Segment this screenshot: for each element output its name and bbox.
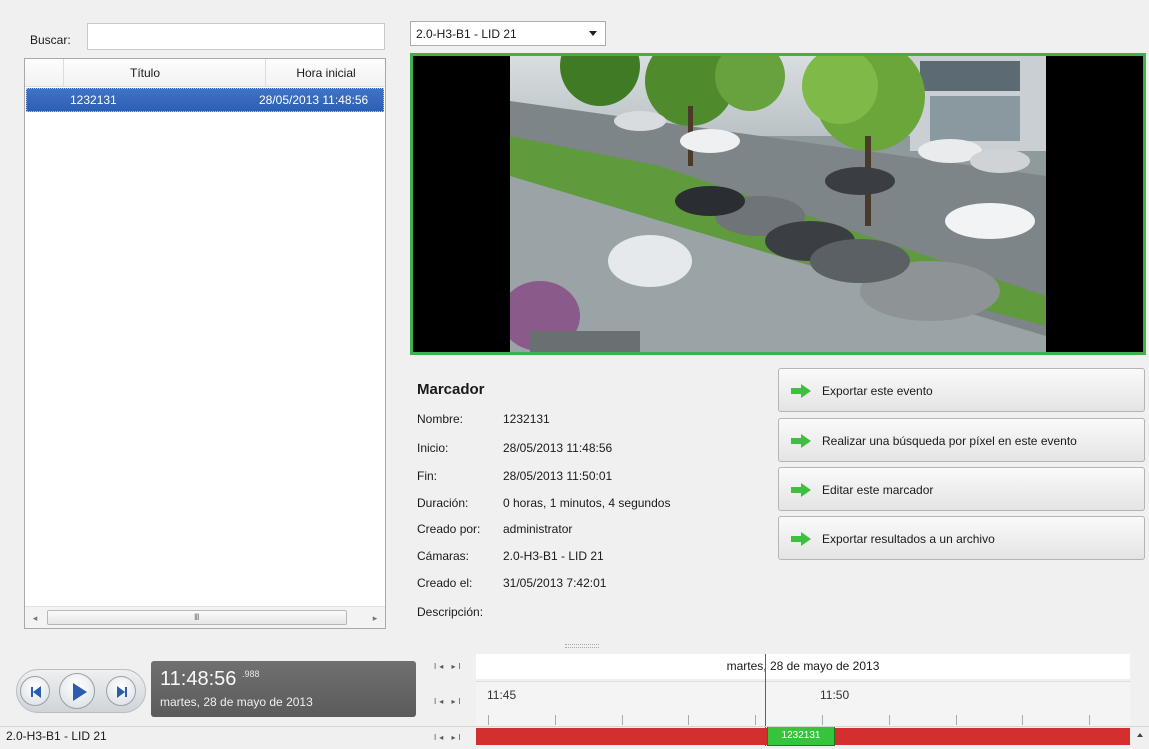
timeline-nav-icon[interactable]: I◂ ▸I [434, 697, 464, 706]
tick [622, 715, 623, 725]
tick [1022, 715, 1023, 725]
tick-label: 11:50 [820, 688, 850, 702]
info-start-row: Inicio: 28/05/2013 11:48:56 [417, 441, 612, 455]
row-start-time: 28/05/2013 11:48:56 [259, 93, 369, 107]
info-created-by-row: Creado por: administrator [417, 522, 572, 536]
row-title: 1232131 [70, 93, 117, 107]
tick [889, 715, 890, 725]
status-divider [0, 726, 1149, 727]
search-label: Buscar: [30, 33, 71, 47]
info-value: 28/05/2013 11:50:01 [503, 469, 613, 483]
info-duration-row: Duración: 0 horas, 1 minutos, 4 segundos [417, 496, 670, 510]
timeline-nav-icon[interactable]: I◂ ▸I [434, 733, 464, 742]
action-label: Realizar una búsqueda por píxel en este … [822, 434, 1077, 448]
current-time-ms: .988 [242, 669, 260, 679]
info-label: Descripción: [417, 605, 484, 619]
play-button[interactable] [59, 673, 95, 709]
bookmark-list: Título Hora inicial 1232131 28/05/2013 1… [24, 58, 386, 629]
info-value: 1232131 [503, 412, 550, 426]
export-event-button[interactable]: Exportar este evento [778, 368, 1145, 412]
tick [555, 715, 556, 725]
current-date: martes, 28 de mayo de 2013 [160, 695, 313, 709]
info-cameras-row: Cámaras: 2.0-H3-B1 - LID 21 [417, 549, 604, 563]
info-label: Creado el: [417, 576, 473, 590]
green-arrow-icon [791, 384, 811, 398]
info-label: Creado por: [417, 522, 481, 536]
chevron-down-icon [589, 31, 597, 36]
info-label: Inicio: [417, 441, 449, 455]
parking-lot-image [510, 56, 1046, 352]
play-icon [73, 683, 87, 701]
tick [688, 715, 689, 725]
video-player[interactable] [410, 53, 1146, 355]
pixel-search-button[interactable]: Realizar una búsqueda por píxel en este … [778, 418, 1145, 462]
video-frame [510, 56, 1046, 352]
list-header: Título Hora inicial [25, 59, 385, 87]
timeline-scale[interactable]: 11:45 11:50 [476, 681, 1130, 727]
step-forward-icon [117, 686, 127, 698]
splitter-grip[interactable] [565, 644, 599, 648]
column-header-start-time[interactable]: Hora inicial [266, 66, 385, 80]
current-time: 11:48:56 [160, 668, 237, 690]
expand-up-icon[interactable] [1137, 733, 1143, 737]
step-back-icon [31, 686, 41, 698]
bookmark-heading: Marcador [417, 381, 485, 398]
scroll-thumb[interactable]: III [47, 610, 347, 625]
tick [1089, 715, 1090, 725]
tick [956, 715, 957, 725]
step-forward-button[interactable] [106, 676, 136, 706]
info-label: Nombre: [417, 412, 464, 426]
info-end-row: Fin: 28/05/2013 11:50:01 [417, 469, 612, 483]
green-arrow-icon [791, 483, 811, 497]
edit-bookmark-button[interactable]: Editar este marcador [778, 467, 1145, 511]
scroll-right-icon[interactable]: ▸ [367, 610, 383, 626]
info-value: 31/05/2013 7:42:01 [503, 576, 607, 590]
info-value: 0 horas, 1 minutos, 4 segundos [503, 496, 671, 510]
current-time-display: 11:48:56 .988 martes, 28 de mayo de 2013 [151, 661, 416, 717]
status-camera: 2.0-H3-B1 - LID 21 [6, 729, 107, 743]
green-arrow-icon [791, 532, 811, 546]
timeline-cursor[interactable] [765, 654, 766, 746]
tick-label: 11:45 [487, 688, 517, 702]
timeline-nav-icon[interactable]: I◂ ▸I [434, 662, 464, 671]
tick [822, 715, 823, 725]
info-value: 2.0-H3-B1 - LID 21 [503, 549, 604, 563]
column-header-title[interactable]: Título [25, 66, 265, 80]
timeline-bookmark-marker[interactable]: 1232131 [767, 726, 835, 746]
info-description-row: Descripción: [417, 605, 503, 619]
info-value: administrator [503, 522, 573, 536]
info-created-on-row: Creado el: 31/05/2013 7:42:01 [417, 576, 606, 590]
action-label: Exportar resultados a un archivo [822, 532, 995, 546]
timeline-date: martes, 28 de mayo de 2013 [476, 654, 1130, 679]
timeline[interactable]: martes, 28 de mayo de 2013 11:45 11:50 [476, 654, 1130, 728]
info-label: Fin: [417, 469, 438, 483]
horizontal-scrollbar[interactable]: ◂ III ▸ [25, 606, 385, 628]
scroll-left-icon[interactable]: ◂ [27, 610, 43, 626]
info-label: Cámaras: [417, 549, 470, 563]
tick [488, 715, 489, 725]
table-row[interactable]: 1232131 28/05/2013 11:48:56 [26, 88, 384, 112]
camera-dropdown[interactable]: 2.0-H3-B1 - LID 21 [410, 21, 606, 46]
green-arrow-icon [791, 434, 811, 448]
search-input[interactable] [87, 23, 385, 50]
info-name-row: Nombre: 1232131 [417, 412, 550, 426]
export-results-button[interactable]: Exportar resultados a un archivo [778, 516, 1145, 560]
info-value: 28/05/2013 11:48:56 [503, 441, 613, 455]
info-label: Duración: [417, 496, 469, 510]
action-label: Editar este marcador [822, 483, 934, 497]
scroll-grip: III [194, 612, 199, 622]
tick [755, 715, 756, 725]
step-back-button[interactable] [20, 676, 50, 706]
action-label: Exportar este evento [822, 384, 933, 398]
camera-dropdown-value: 2.0-H3-B1 - LID 21 [416, 27, 517, 41]
